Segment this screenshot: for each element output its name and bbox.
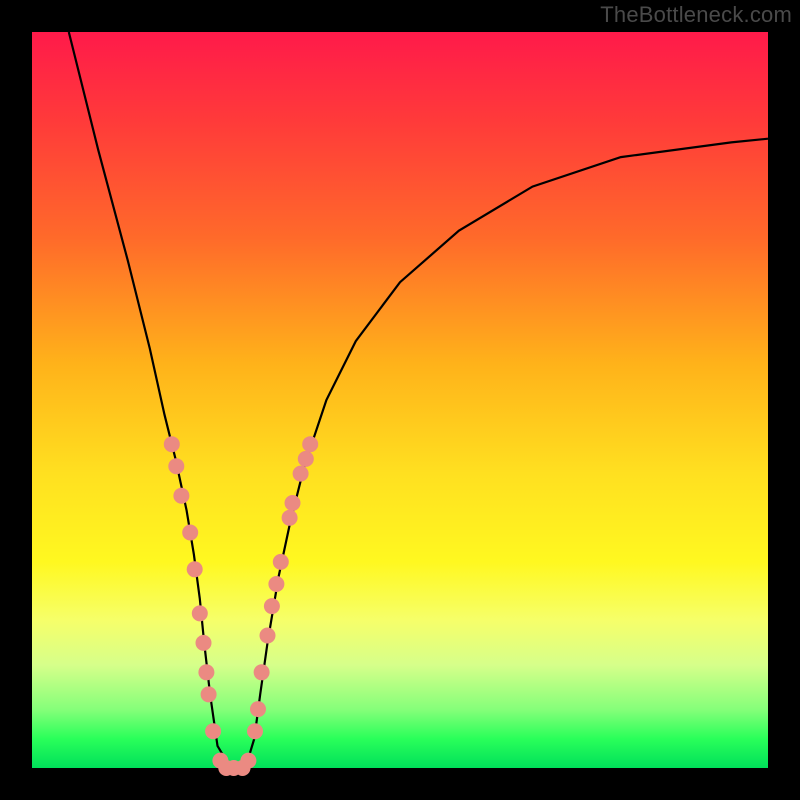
data-marker (192, 605, 208, 621)
marker-group (164, 436, 318, 776)
data-marker (187, 561, 203, 577)
plot-area (32, 32, 768, 768)
data-marker (285, 495, 301, 511)
chart-frame: TheBottleneck.com (0, 0, 800, 800)
chart-svg (32, 32, 768, 768)
data-marker (173, 488, 189, 504)
data-marker (302, 436, 318, 452)
data-marker (201, 686, 217, 702)
data-marker (268, 576, 284, 592)
data-marker (260, 628, 276, 644)
data-marker (298, 451, 314, 467)
data-marker (168, 458, 184, 474)
data-marker (273, 554, 289, 570)
data-marker (282, 510, 298, 526)
data-marker (164, 436, 180, 452)
data-marker (198, 664, 214, 680)
data-marker (250, 701, 266, 717)
data-marker (182, 525, 198, 541)
data-marker (205, 723, 221, 739)
watermark-text: TheBottleneck.com (600, 2, 792, 28)
data-marker (264, 598, 280, 614)
data-marker (240, 753, 256, 769)
data-marker (196, 635, 212, 651)
bottleneck-curve (69, 32, 768, 768)
data-marker (247, 723, 263, 739)
data-marker (293, 466, 309, 482)
data-marker (254, 664, 270, 680)
